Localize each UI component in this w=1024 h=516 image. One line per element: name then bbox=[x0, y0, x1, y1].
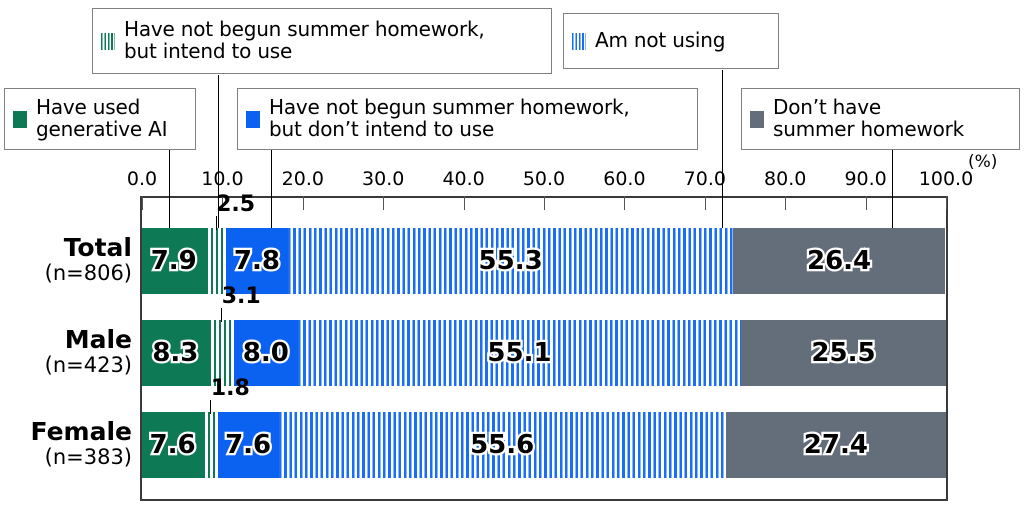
x-axis-tick-label: 10.0 bbox=[201, 168, 244, 190]
segment-dont-intend-to-use: 7.6 bbox=[217, 412, 279, 478]
segment-value-label: 26.4 bbox=[805, 244, 874, 279]
legend-item-have-used[interactable]: Have used generative AI bbox=[4, 88, 196, 150]
x-axis-tick-label: 80.0 bbox=[764, 168, 807, 190]
segment-value-label: 55.1 bbox=[485, 336, 554, 371]
stacked-bar-male: 8.3 8.0 55.1 25.5 bbox=[142, 320, 946, 386]
x-axis-tick-mark bbox=[785, 196, 787, 210]
segment-value-label: 7.6 bbox=[147, 428, 198, 463]
row-label-total: Total (n=806) bbox=[0, 234, 132, 286]
x-axis-tick-label: 100.0 bbox=[918, 168, 974, 190]
segment-have-used: 7.9 bbox=[142, 228, 206, 294]
x-axis-tick-mark bbox=[544, 196, 545, 210]
legend-label: Am not using bbox=[595, 28, 726, 53]
segment-value-label: 55.6 bbox=[468, 428, 537, 463]
legend-label: Don’t have summer homework bbox=[773, 95, 965, 141]
segment-value-label: 8.0 bbox=[241, 336, 292, 371]
solid-blue-swatch bbox=[246, 110, 260, 128]
x-axis-tick-mark bbox=[704, 196, 706, 210]
solid-gray-swatch bbox=[750, 110, 764, 128]
row-label-count: (n=806) bbox=[44, 261, 132, 285]
x-axis-tick-mark bbox=[946, 196, 947, 210]
x-axis-tick-mark bbox=[302, 196, 304, 210]
segment-no-summer-homework: 27.4 bbox=[725, 412, 946, 478]
callout-value-label: 3.1 bbox=[221, 284, 261, 309]
segment-value-label: 55.3 bbox=[476, 244, 545, 279]
legend-item-no-summer-homework[interactable]: Don’t have summer homework bbox=[741, 88, 1020, 150]
segment-am-not-using: 55.6 bbox=[278, 412, 726, 478]
segment-value-label: 25.5 bbox=[809, 336, 878, 371]
leader-line-am-not-using bbox=[722, 70, 723, 250]
segment-have-used: 8.3 bbox=[142, 320, 209, 386]
x-axis-tick-label: 30.0 bbox=[362, 168, 405, 190]
row-label-name: Male bbox=[64, 325, 132, 354]
x-axis-tick-label: 60.0 bbox=[603, 168, 646, 190]
row-label-count: (n=423) bbox=[44, 353, 132, 377]
stacked-bar-female: 7.6 7.6 55.6 27.4 bbox=[142, 412, 946, 478]
callout-leader-line bbox=[221, 308, 223, 322]
segment-no-summer-homework: 26.4 bbox=[732, 228, 946, 294]
callout-leader-line bbox=[210, 400, 212, 414]
callout-leader-line bbox=[215, 216, 217, 230]
x-axis-tick-label: 50.0 bbox=[522, 168, 566, 190]
legend-item-dont-intend-to-use[interactable]: Have not begun summer homework, but don’… bbox=[237, 88, 698, 150]
solid-green-swatch bbox=[13, 110, 27, 128]
segment-have-used: 7.6 bbox=[142, 412, 204, 478]
segment-am-not-using: 55.1 bbox=[297, 320, 741, 386]
legend-label: Have not begun summer homework, but don’… bbox=[269, 95, 630, 141]
chart-canvas: Have not begun summer homework, but inte… bbox=[0, 0, 1024, 516]
row-label-name: Female bbox=[30, 417, 132, 446]
leader-line-intend-to-use bbox=[218, 75, 219, 245]
hatched-blue-swatch bbox=[572, 32, 586, 50]
row-label-name: Total bbox=[63, 233, 132, 262]
callout-value-label: 1.8 bbox=[210, 376, 250, 401]
legend-label: Have used generative AI bbox=[36, 95, 168, 141]
segment-value-label: 7.8 bbox=[232, 244, 283, 279]
x-axis-tick-mark bbox=[865, 196, 867, 210]
x-axis-tick-mark bbox=[624, 196, 626, 210]
stacked-bar-total: 7.9 7.8 55.3 26.4 bbox=[142, 228, 946, 294]
x-axis-tick-label: 90.0 bbox=[844, 168, 887, 190]
x-axis-tick-label: 20.0 bbox=[281, 168, 324, 190]
segment-intend-to-use bbox=[203, 412, 218, 478]
x-axis-tick-label: 40.0 bbox=[442, 168, 485, 190]
callout-value-label: 2.5 bbox=[216, 192, 256, 217]
legend-item-intend-to-use[interactable]: Have not begun summer homework, but inte… bbox=[92, 8, 552, 74]
x-axis-tick-mark bbox=[383, 196, 385, 210]
x-axis-tick-mark bbox=[463, 196, 465, 210]
x-axis-tick-mark bbox=[142, 196, 143, 210]
row-label-count: (n=383) bbox=[44, 445, 132, 469]
segment-value-label: 7.6 bbox=[223, 428, 274, 463]
legend-item-am-not-using[interactable]: Am not using bbox=[563, 13, 779, 69]
segment-value-label: 7.9 bbox=[148, 244, 199, 279]
row-label-male: Male (n=423) bbox=[0, 326, 132, 378]
legend-label: Have not begun summer homework, but inte… bbox=[124, 17, 485, 63]
hatched-green-swatch bbox=[101, 32, 115, 50]
row-label-female: Female (n=383) bbox=[0, 418, 132, 470]
segment-am-not-using: 55.3 bbox=[288, 228, 733, 294]
segment-no-summer-homework: 25.5 bbox=[740, 320, 946, 386]
segment-value-label: 27.4 bbox=[802, 428, 871, 463]
x-axis-tick-label: 0.0 bbox=[126, 168, 158, 190]
segment-value-label: 8.3 bbox=[150, 336, 201, 371]
x-axis-tick-label: 70.0 bbox=[683, 168, 726, 190]
